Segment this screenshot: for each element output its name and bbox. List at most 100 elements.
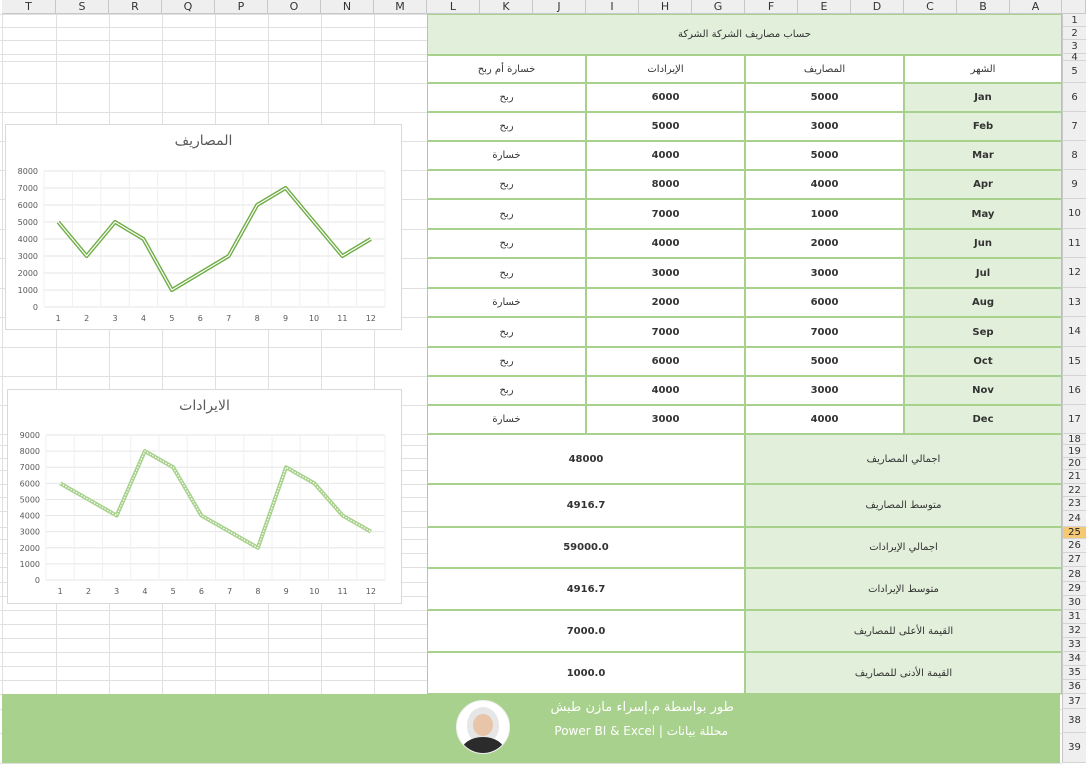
select-all-corner[interactable] — [1062, 0, 1086, 14]
cell-month[interactable]: May — [904, 199, 1062, 229]
cell-expenses[interactable]: 3000 — [745, 258, 904, 288]
row-header-32[interactable]: 32 — [1062, 624, 1086, 638]
row-header-38[interactable]: 38 — [1062, 709, 1086, 733]
expenses-chart[interactable]: المصاريف01000200030004000500060007000800… — [5, 124, 402, 330]
row-header-12[interactable]: 12 — [1062, 258, 1086, 288]
column-header-e[interactable]: E — [798, 0, 851, 14]
cell-month[interactable]: Mar — [904, 141, 1062, 170]
cell-expenses[interactable]: 2000 — [745, 229, 904, 258]
column-header-h[interactable]: H — [639, 0, 692, 14]
summary-label[interactable]: متوسط المصاريف — [745, 484, 1062, 527]
row-header-2[interactable]: 2 — [1062, 27, 1086, 40]
cell-status[interactable]: ربح — [427, 229, 586, 258]
row-header-26[interactable]: 26 — [1062, 539, 1086, 553]
cell-revenue[interactable]: 6000 — [586, 347, 745, 376]
cell-status[interactable]: ربح — [427, 376, 586, 405]
summary-value[interactable]: 7000.0 — [427, 610, 745, 652]
header-status[interactable]: خسارة أم ربح — [427, 55, 586, 83]
column-header-p[interactable]: P — [215, 0, 268, 14]
cell-expenses[interactable]: 3000 — [745, 376, 904, 405]
row-header-18[interactable]: 18 — [1062, 434, 1086, 445]
column-header-r[interactable]: R — [109, 0, 162, 14]
row-header-23[interactable]: 23 — [1062, 497, 1086, 511]
revenue-chart[interactable]: الايرادات0100020003000400050006000700080… — [7, 389, 402, 604]
header-revenue[interactable]: الإيرادات — [586, 55, 745, 83]
cell-month[interactable]: Jul — [904, 258, 1062, 288]
column-header-c[interactable]: C — [904, 0, 957, 14]
cell-status[interactable]: ربح — [427, 347, 586, 376]
column-header-s[interactable]: S — [56, 0, 109, 14]
row-header-27[interactable]: 27 — [1062, 553, 1086, 567]
row-header-1[interactable]: 1 — [1062, 14, 1086, 27]
row-header-28[interactable]: 28 — [1062, 567, 1086, 582]
row-header-9[interactable]: 9 — [1062, 170, 1086, 199]
cell-revenue[interactable]: 3000 — [586, 258, 745, 288]
cell-status[interactable]: ربح — [427, 83, 586, 112]
cell-expenses[interactable]: 4000 — [745, 405, 904, 434]
cell-status[interactable]: ربح — [427, 112, 586, 141]
summary-label[interactable]: القيمة الأدنى للمصاريف — [745, 652, 1062, 694]
summary-label[interactable]: القيمة الأعلى للمصاريف — [745, 610, 1062, 652]
cell-month[interactable]: Sep — [904, 317, 1062, 347]
row-header-22[interactable]: 22 — [1062, 484, 1086, 497]
row-header-17[interactable]: 17 — [1062, 405, 1086, 434]
row-header-19[interactable]: 19 — [1062, 445, 1086, 458]
column-header-a[interactable]: A — [1010, 0, 1062, 14]
header-month[interactable]: الشهر — [904, 55, 1062, 83]
cell-revenue[interactable]: 5000 — [586, 112, 745, 141]
cell-expenses[interactable]: 5000 — [745, 347, 904, 376]
cell-status[interactable]: ربح — [427, 170, 586, 199]
cell-expenses[interactable]: 5000 — [745, 83, 904, 112]
column-header-b[interactable]: B — [957, 0, 1010, 14]
row-header-24[interactable]: 24 — [1062, 511, 1086, 527]
column-header-f[interactable]: F — [745, 0, 798, 14]
cell-month[interactable]: Apr — [904, 170, 1062, 199]
row-header-16[interactable]: 16 — [1062, 376, 1086, 405]
cell-expenses[interactable]: 4000 — [745, 170, 904, 199]
column-header-j[interactable]: J — [533, 0, 586, 14]
row-header-33[interactable]: 33 — [1062, 638, 1086, 652]
cell-revenue[interactable]: 2000 — [586, 288, 745, 317]
row-header-36[interactable]: 36 — [1062, 680, 1086, 694]
cell-status[interactable]: ربح — [427, 199, 586, 229]
row-header-7[interactable]: 7 — [1062, 112, 1086, 141]
summary-label[interactable]: اجمالي المصاريف — [745, 434, 1062, 484]
summary-value[interactable]: 4916.7 — [427, 568, 745, 610]
column-header-o[interactable]: O — [268, 0, 321, 14]
row-header-13[interactable]: 13 — [1062, 288, 1086, 317]
summary-value[interactable]: 48000 — [427, 434, 745, 484]
cell-month[interactable]: Dec — [904, 405, 1062, 434]
cell-revenue[interactable]: 6000 — [586, 83, 745, 112]
column-header-d[interactable]: D — [851, 0, 904, 14]
summary-value[interactable]: 1000.0 — [427, 652, 745, 694]
cell-month[interactable]: Oct — [904, 347, 1062, 376]
row-header-6[interactable]: 6 — [1062, 83, 1086, 112]
cell-month[interactable]: Feb — [904, 112, 1062, 141]
column-header-k[interactable]: K — [480, 0, 533, 14]
header-expenses[interactable]: المصاريف — [745, 55, 904, 83]
cell-status[interactable]: خسارة — [427, 405, 586, 434]
cell-status[interactable]: ربح — [427, 317, 586, 347]
cell-revenue[interactable]: 4000 — [586, 229, 745, 258]
summary-value[interactable]: 59000.0 — [427, 527, 745, 568]
row-header-37[interactable]: 37 — [1062, 694, 1086, 709]
row-header-30[interactable]: 30 — [1062, 596, 1086, 610]
row-header-11[interactable]: 11 — [1062, 229, 1086, 258]
cell-revenue[interactable]: 4000 — [586, 376, 745, 405]
cell-status[interactable]: خسارة — [427, 141, 586, 170]
row-header-21[interactable]: 21 — [1062, 470, 1086, 484]
cell-expenses[interactable]: 1000 — [745, 199, 904, 229]
summary-label[interactable]: متوسط الإيرادات — [745, 568, 1062, 610]
cell-status[interactable]: خسارة — [427, 288, 586, 317]
row-header-10[interactable]: 10 — [1062, 199, 1086, 229]
column-header-t[interactable]: T — [2, 0, 56, 14]
cell-revenue[interactable]: 8000 — [586, 170, 745, 199]
row-header-39[interactable]: 39 — [1062, 733, 1086, 763]
cell-month[interactable]: Jan — [904, 83, 1062, 112]
summary-label[interactable]: اجمالي الإيرادات — [745, 527, 1062, 568]
row-header-25[interactable]: 25 — [1062, 527, 1086, 539]
cell-month[interactable]: Jun — [904, 229, 1062, 258]
row-header-8[interactable]: 8 — [1062, 141, 1086, 170]
cell-expenses[interactable]: 3000 — [745, 112, 904, 141]
row-header-34[interactable]: 34 — [1062, 652, 1086, 666]
